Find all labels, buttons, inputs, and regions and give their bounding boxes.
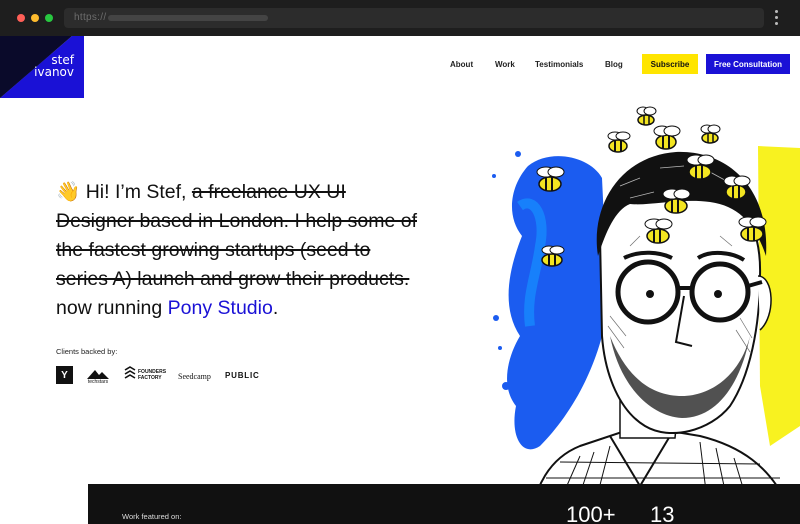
- founders-factory-label: FOUNDERS FACTORY: [138, 369, 167, 381]
- clients-label: Clients backed by:: [56, 347, 118, 356]
- featured-band: Work featured on: 100+ 13: [88, 484, 800, 524]
- subscribe-button[interactable]: Subscribe: [642, 54, 698, 74]
- pony-studio-link[interactable]: Pony Studio: [168, 297, 273, 319]
- url-redacted: [108, 15, 268, 21]
- nav-testimonials[interactable]: Testimonials: [535, 60, 583, 69]
- techstars-label: techstars: [87, 379, 109, 385]
- hero-greeting: Hi! I’m Stef,: [85, 181, 187, 203]
- page: stef ivanov About Work Testimonials Blog…: [0, 36, 800, 524]
- hero-now-text: now running: [56, 297, 163, 319]
- portrait-illustration: [470, 86, 800, 524]
- stat-projects: 100+: [566, 502, 616, 524]
- wave-emoji: 👋: [56, 181, 81, 203]
- founders-factory-logo: FOUNDERS FACTORY: [123, 366, 167, 384]
- featured-label: Work featured on:: [122, 512, 182, 521]
- ycombinator-logo: Y: [56, 366, 73, 384]
- site-logo[interactable]: stef ivanov: [0, 36, 84, 98]
- close-window-dot[interactable]: [17, 14, 25, 22]
- maximize-window-dot[interactable]: [45, 14, 53, 22]
- logo-line-2: ivanov: [34, 65, 74, 79]
- stat-count: 13: [650, 502, 675, 524]
- free-consultation-button[interactable]: Free Consultation: [706, 54, 790, 74]
- nav-about[interactable]: About: [450, 60, 473, 69]
- hero-period: .: [272, 297, 279, 319]
- minimize-window-dot[interactable]: [31, 14, 39, 22]
- public-logo: PUBLIC: [225, 371, 260, 380]
- nav-blog[interactable]: Blog: [605, 60, 623, 69]
- url-text: https://: [74, 12, 107, 23]
- hero-text: 👋 Hi! I’m Stef, a freelance UX UI Design…: [56, 178, 426, 323]
- seedcamp-logo: Seedcamp: [178, 372, 211, 381]
- browser-menu-icon[interactable]: [774, 10, 780, 26]
- browser-chrome: https://: [0, 0, 800, 36]
- nav-work[interactable]: Work: [495, 60, 515, 69]
- address-bar[interactable]: https://: [64, 8, 764, 28]
- techstars-logo: techstars: [83, 367, 113, 385]
- logo-text: stef ivanov: [34, 54, 74, 78]
